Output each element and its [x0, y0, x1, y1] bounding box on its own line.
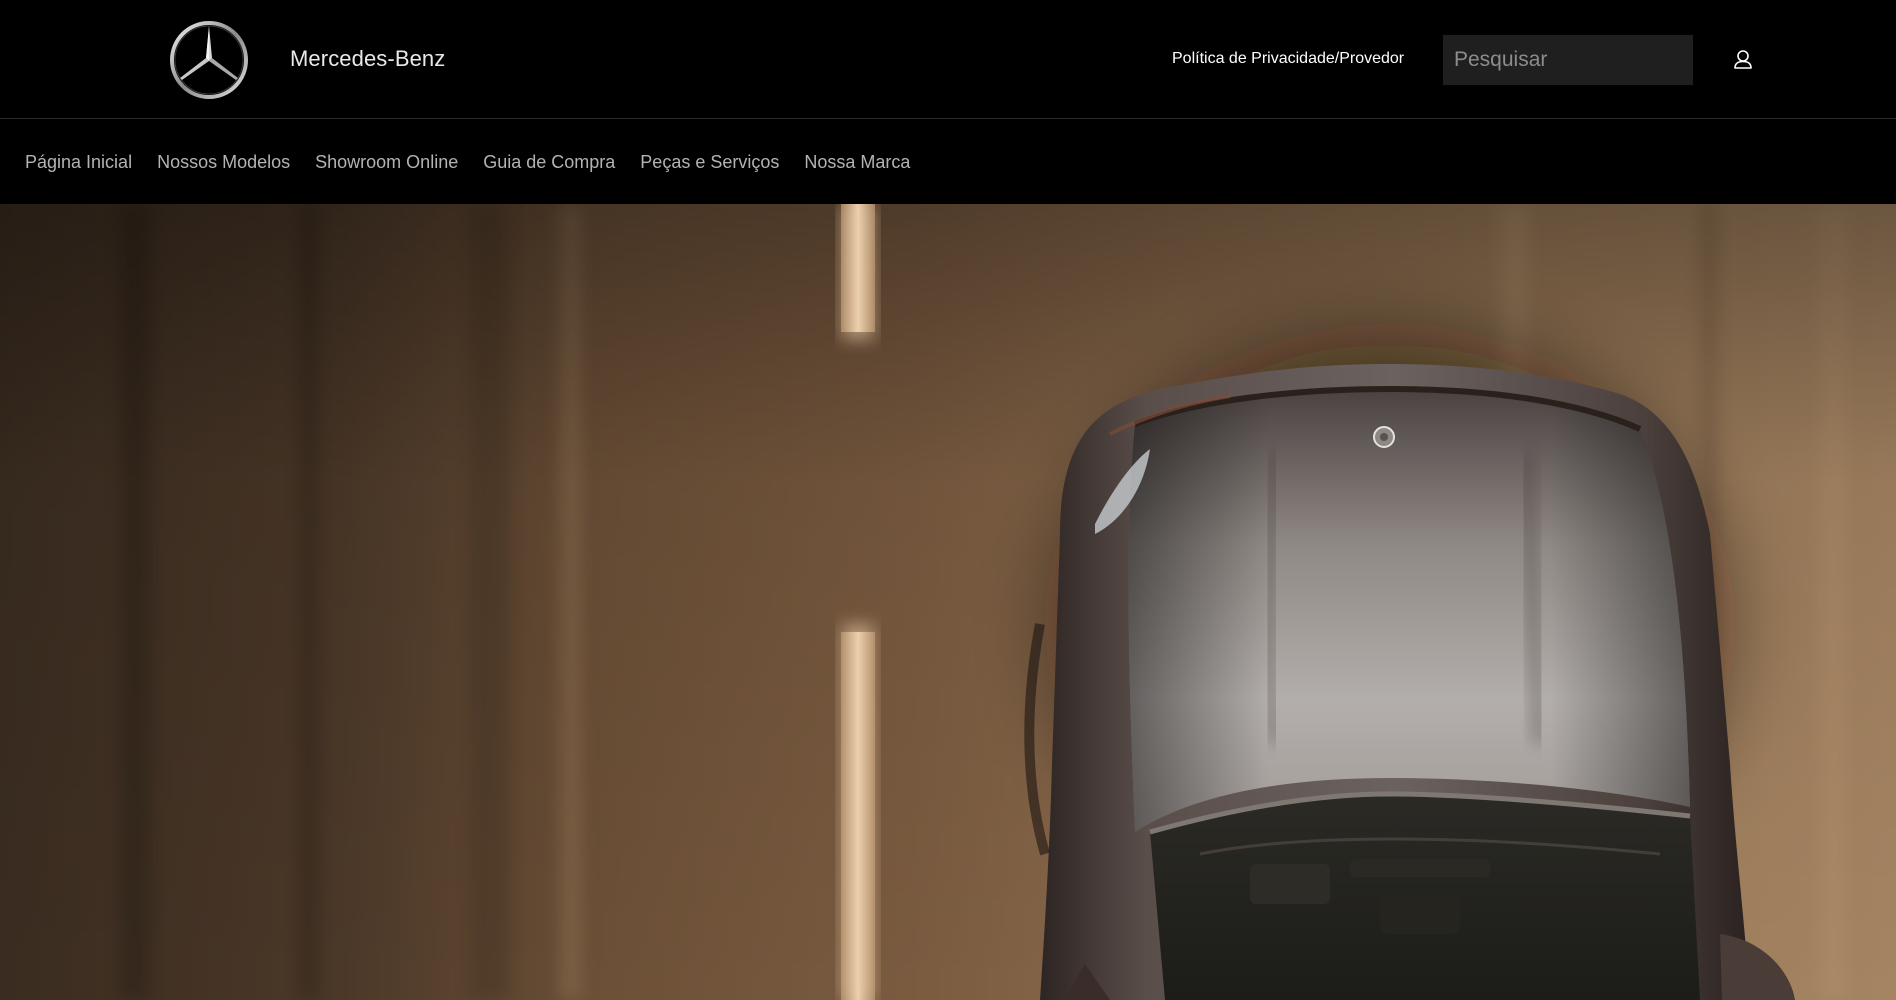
user-account-button[interactable] [1729, 46, 1757, 74]
hero-car-image [0, 204, 1896, 1000]
hero-banner [0, 204, 1896, 1000]
nav-item-parts-services[interactable]: Peças e Serviços [640, 151, 779, 173]
search-input[interactable] [1443, 35, 1693, 85]
nav-item-home[interactable]: Página Inicial [25, 151, 132, 173]
top-header: Mercedes-Benz Política de Privacidade/Pr… [0, 0, 1896, 119]
main-navigation: Página Inicial Nossos Modelos Showroom O… [0, 120, 1896, 204]
nav-item-buying-guide[interactable]: Guia de Compra [483, 151, 615, 173]
brand-name: Mercedes-Benz [290, 46, 446, 71]
privacy-link[interactable]: Política de Privacidade/Provedor [1172, 49, 1404, 69]
mercedes-star-icon[interactable] [169, 20, 249, 100]
user-icon [1734, 50, 1752, 69]
nav-item-showroom[interactable]: Showroom Online [315, 151, 458, 173]
nav-list: Página Inicial Nossos Modelos Showroom O… [25, 120, 910, 204]
nav-item-brand[interactable]: Nossa Marca [804, 151, 910, 173]
nav-item-models[interactable]: Nossos Modelos [157, 151, 290, 173]
